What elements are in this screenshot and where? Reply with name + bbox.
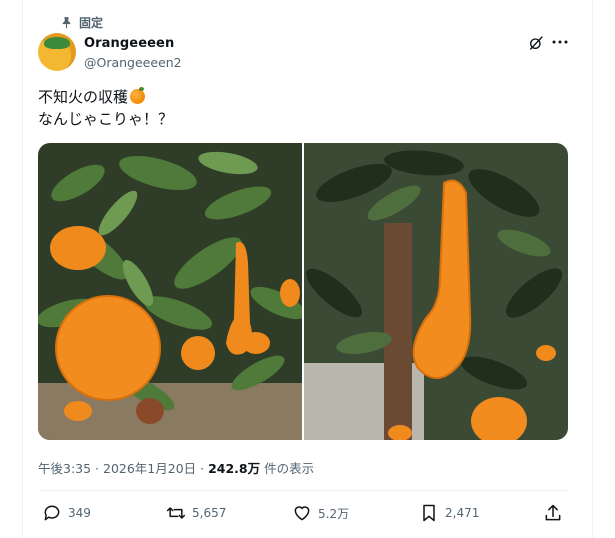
reply-icon: [44, 505, 60, 521]
orange-emoji-icon: [130, 87, 146, 104]
pinned-indicator: 固定: [60, 14, 103, 31]
grok-icon[interactable]: [528, 35, 544, 51]
bookmark-count: 2,471: [445, 506, 480, 520]
media-grid: [38, 143, 568, 440]
divider: [38, 490, 568, 491]
tweet-line-1: 不知火の収穫: [38, 86, 173, 108]
reply-count: 349: [68, 506, 91, 520]
more-options-icon[interactable]: [551, 37, 569, 47]
avatar[interactable]: [38, 33, 76, 71]
orange-tree-photo[interactable]: [38, 143, 302, 440]
author-handle[interactable]: @Orangeeeen2: [84, 55, 182, 70]
tweet-time-date[interactable]: 午後3:35 · 2026年1月20日 ·: [38, 461, 208, 476]
tweet-text: 不知火の収穫 なんじゃこりゃ！？: [38, 86, 173, 130]
share-icon: [545, 504, 561, 521]
reply-button[interactable]: 349: [42, 503, 91, 523]
action-bar: 349 5,657 5.2万 2,471: [38, 503, 568, 527]
pinned-label: 固定: [79, 16, 104, 30]
pin-icon: [62, 17, 71, 29]
repost-count: 5,657: [192, 506, 227, 520]
author-display-name[interactable]: Orangeeeen: [84, 36, 174, 51]
heart-icon: [294, 506, 310, 521]
elongated-orange-photo[interactable]: [304, 143, 568, 440]
view-count: 242.8万: [208, 461, 261, 476]
tweet-line-2: なんじゃこりゃ！？: [38, 110, 174, 128]
view-count-suffix: 件の表示: [260, 461, 315, 476]
bookmark-icon: [423, 504, 435, 522]
repost-button[interactable]: 5,657: [166, 503, 226, 523]
share-button[interactable]: [543, 503, 563, 523]
bookmark-button[interactable]: 2,471: [419, 503, 479, 523]
repost-icon: [166, 507, 186, 519]
tweet-line-1-text: 不知火の収穫: [38, 88, 129, 106]
like-count: 5.2万: [318, 506, 350, 521]
like-button[interactable]: 5.2万: [292, 503, 349, 523]
tweet-meta: 午後3:35 · 2026年1月20日 · 242.8万 件の表示: [38, 458, 314, 477]
